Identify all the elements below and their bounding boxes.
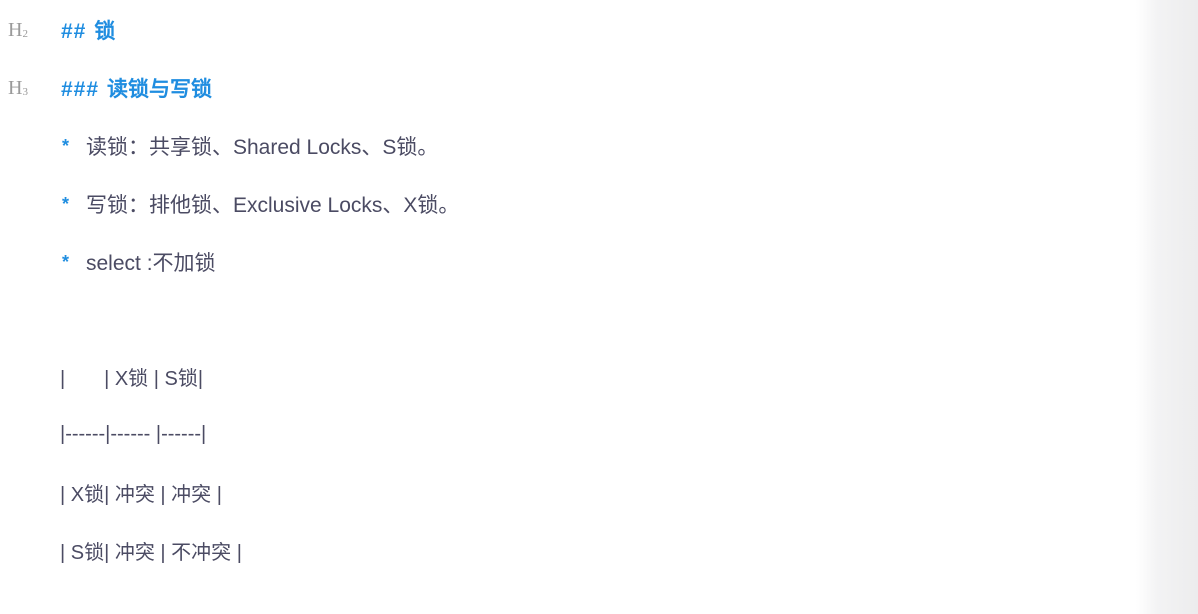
table-line-text: | | X锁 | S锁| (60, 367, 204, 390)
list-bullet: * (62, 135, 70, 156)
table-line[interactable]: | | X锁 | S锁| (0, 356, 1140, 396)
heading-text: 锁 (94, 20, 116, 43)
editor-line-h3[interactable]: H3 ### 读锁与写锁 (0, 68, 1140, 108)
heading-h3: ### 读锁与写锁 (61, 73, 212, 103)
table-line-text: |------|------ |------| (60, 422, 207, 445)
list-item-text: 写锁：排他锁、Exclusive Locks、X锁。 (86, 194, 460, 217)
heading-level-marker-h2: H2 (8, 20, 28, 40)
table-line[interactable]: | X锁| 冲突 | 冲突 | (0, 472, 1140, 512)
heading-h2: ## 锁 (61, 15, 115, 45)
gutter-letter: H (8, 77, 23, 99)
list-item[interactable]: * select :不加锁 (0, 242, 1140, 282)
table-line[interactable]: |------|------ |------| (0, 414, 1140, 454)
gutter-level: 3 (22, 86, 28, 98)
heading-text: 读锁与写锁 (107, 78, 213, 101)
list-bullet: * (62, 193, 70, 214)
markdown-editor[interactable]: H2 ## 锁 H3 ### 读锁与写锁 * 读锁：共享锁、Shared Locks… (0, 0, 1140, 614)
heading-level-marker-h3: H3 (8, 78, 28, 98)
list-item-text: 读锁：共享锁、Shared Locks、S锁。 (86, 136, 439, 159)
gutter-level: 2 (22, 28, 28, 40)
right-panel-edge (1136, 0, 1198, 614)
table-line[interactable]: | S锁| 冲突 | 不冲突 | (0, 530, 1140, 570)
table-line-text: | S锁| 冲突 | 不冲突 | (60, 541, 242, 564)
heading-marks: ## (61, 20, 87, 43)
list-bullet: * (62, 251, 70, 272)
table-line-text: | X锁| 冲突 | 冲突 | (60, 483, 222, 506)
editor-line-h2[interactable]: H2 ## 锁 (0, 10, 1140, 50)
list-item-text: select :不加锁 (86, 252, 216, 275)
list-item[interactable]: * 写锁：排他锁、Exclusive Locks、X锁。 (0, 184, 1140, 224)
list-item[interactable]: * 读锁：共享锁、Shared Locks、S锁。 (0, 126, 1140, 166)
heading-marks: ### (61, 78, 100, 101)
gutter-letter: H (8, 19, 23, 41)
